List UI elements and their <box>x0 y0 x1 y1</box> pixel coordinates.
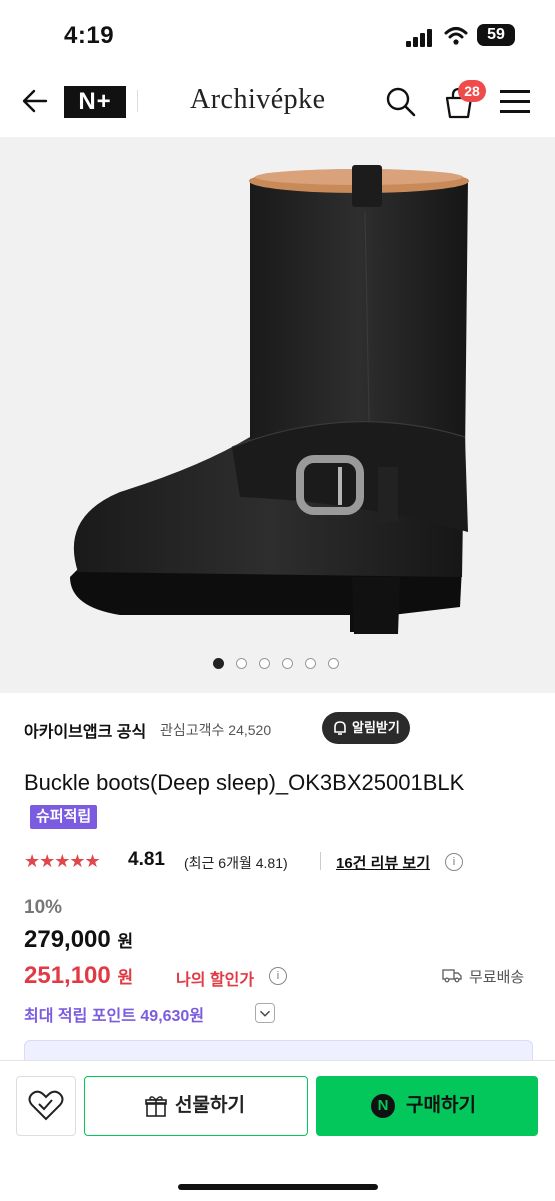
search-icon[interactable] <box>385 86 417 118</box>
sale-price: 251,100 원 <box>24 962 133 990</box>
signal-icon <box>406 29 434 47</box>
store-name[interactable]: 아카이브앱크 공식 <box>24 718 146 742</box>
shipping-label: 무료배송 <box>469 969 525 986</box>
discount-rate: 10% <box>24 897 63 918</box>
naver-pay-icon: N <box>371 1094 395 1118</box>
interest-count: 관심고객수 24,520 <box>160 722 272 738</box>
naver-plus-logo[interactable]: N+ <box>64 86 126 118</box>
info-icon[interactable]: i <box>445 853 463 871</box>
product-title-text: Buckle boots(Deep sleep)_OK3BX25001BLK <box>24 770 465 795</box>
carousel-dot[interactable] <box>236 658 247 669</box>
battery-icon: 59 <box>477 24 515 46</box>
carousel-dot[interactable] <box>305 658 316 669</box>
carousel-dot[interactable] <box>282 658 293 669</box>
bell-plus-icon <box>334 721 346 735</box>
rating-divider <box>320 852 321 870</box>
points-label: 최대 적립 포인트 <box>24 1008 136 1025</box>
carousel-dot[interactable] <box>259 658 270 669</box>
chevron-down-icon[interactable] <box>255 1003 275 1023</box>
currency: 원 <box>117 932 134 951</box>
product-image[interactable] <box>0 137 555 693</box>
back-arrow-icon[interactable] <box>20 86 50 116</box>
truck-icon <box>442 969 462 983</box>
cart-count-badge: 28 <box>458 80 486 102</box>
my-discount-label: 나의 할인가 <box>176 972 255 989</box>
carousel-dot[interactable] <box>328 658 339 669</box>
rating-value: 4.81 <box>128 849 165 870</box>
carousel-dot[interactable] <box>213 658 224 669</box>
currency: 원 <box>117 968 134 987</box>
buy-button[interactable]: 구매하기 <box>316 1076 538 1136</box>
brand-logo[interactable]: Archivépke <box>190 84 326 116</box>
original-price-value: 279,000 <box>24 926 111 953</box>
rating-stars: ★★★★★ <box>24 851 101 871</box>
info-icon[interactable]: i <box>269 967 287 985</box>
boot-illustration <box>70 165 469 634</box>
wishlist-button[interactable] <box>16 1076 76 1136</box>
header-divider <box>137 90 138 112</box>
home-indicator <box>178 1184 378 1190</box>
max-points: 최대 적립 포인트 49,630원 <box>24 1002 204 1026</box>
wifi-icon <box>444 27 468 45</box>
menu-icon[interactable] <box>500 88 530 116</box>
carousel-dots <box>213 658 343 672</box>
points-value: 49,630원 <box>140 1008 205 1025</box>
reviews-link[interactable]: 16건 리뷰 보기 <box>336 852 430 873</box>
super-points-badge: 슈퍼적립 <box>30 805 98 829</box>
gift-icon <box>145 1096 167 1117</box>
heart-icon <box>28 1090 64 1121</box>
sale-price-value: 251,100 <box>24 962 111 989</box>
recent-rating: (최근 6개월 4.81) <box>184 855 288 871</box>
original-price: 279,000 원 <box>24 926 133 954</box>
gift-button[interactable]: 선물하기 <box>84 1076 308 1136</box>
product-title: Buckle boots(Deep sleep)_OK3BX25001BLK 슈퍼… <box>24 766 504 834</box>
status-time: 4:19 <box>64 22 115 49</box>
